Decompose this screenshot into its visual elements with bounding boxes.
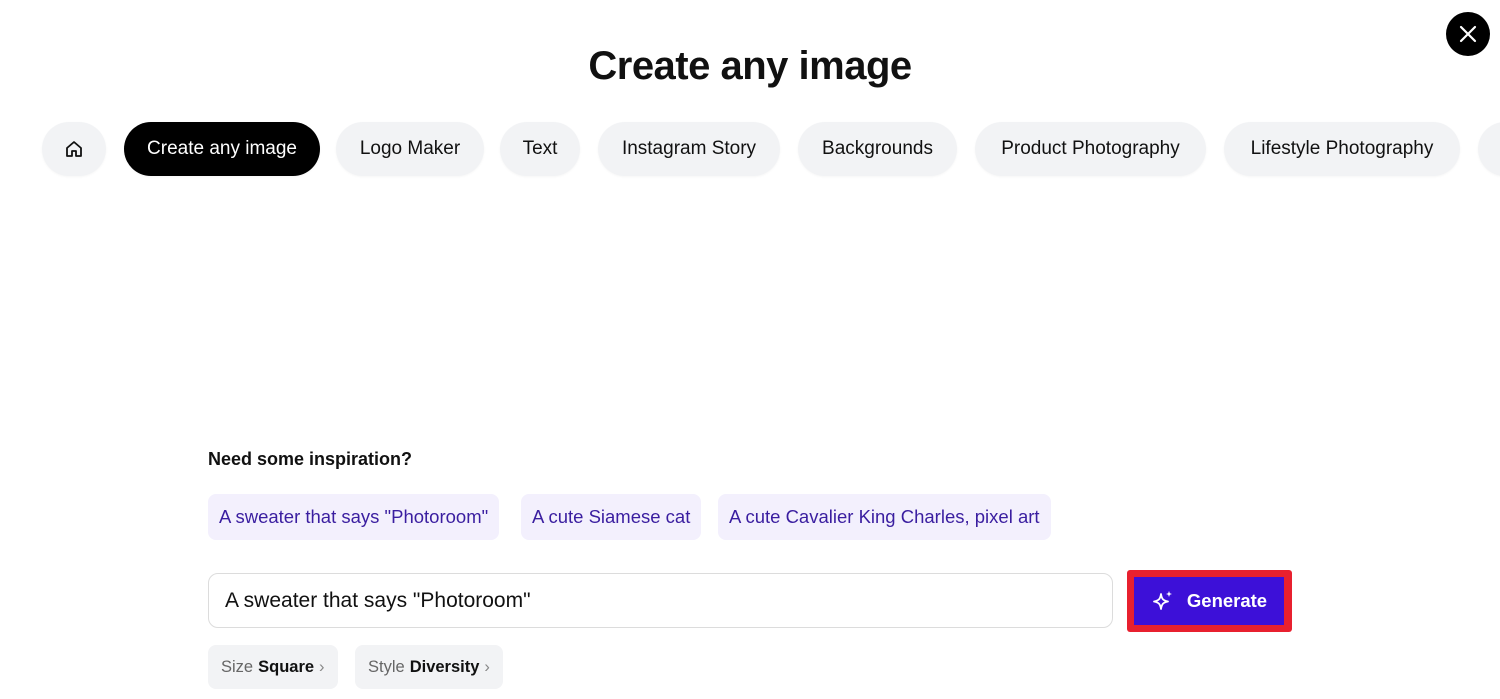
home-icon bbox=[66, 141, 82, 157]
chevron-right-icon: › bbox=[484, 657, 490, 676]
tab-logo-maker[interactable]: Logo Maker bbox=[336, 122, 484, 176]
tab-instagram-story[interactable]: Instagram Story bbox=[598, 122, 780, 176]
style-value: Diversity bbox=[409, 657, 480, 676]
tab-create-any-image[interactable]: Create any image bbox=[124, 122, 320, 176]
chevron-right-icon: › bbox=[319, 657, 325, 676]
generate-button[interactable]: Generate bbox=[1134, 577, 1284, 625]
inspiration-chip[interactable]: A cute Cavalier King Charles, pixel art bbox=[718, 494, 1051, 540]
prompt-input[interactable] bbox=[208, 573, 1113, 628]
close-icon bbox=[1459, 25, 1477, 43]
tab-lifestyle-photography[interactable]: Lifestyle Photography bbox=[1224, 122, 1460, 176]
tab-home[interactable] bbox=[42, 122, 106, 176]
sparkle-icon bbox=[1152, 591, 1172, 610]
inspiration-heading: Need some inspiration? bbox=[208, 449, 413, 469]
inspiration-chip[interactable]: A sweater that says "Photoroom" bbox=[208, 494, 500, 540]
size-option[interactable]: Size Square › bbox=[208, 645, 338, 689]
size-key: Size bbox=[221, 657, 254, 676]
tab-more[interactable] bbox=[1478, 122, 1500, 176]
tab-text[interactable]: Text bbox=[500, 122, 580, 176]
generate-label: Generate bbox=[1186, 590, 1268, 611]
inspiration-chip[interactable]: A cute Siamese cat bbox=[521, 494, 702, 540]
tab-product-photography[interactable]: Product Photography bbox=[975, 122, 1206, 176]
style-key: Style bbox=[368, 657, 405, 676]
page-title: Create any image bbox=[588, 44, 912, 88]
size-value: Square bbox=[258, 657, 315, 676]
tab-backgrounds[interactable]: Backgrounds bbox=[798, 122, 957, 176]
style-option[interactable]: Style Diversity › bbox=[355, 645, 503, 689]
